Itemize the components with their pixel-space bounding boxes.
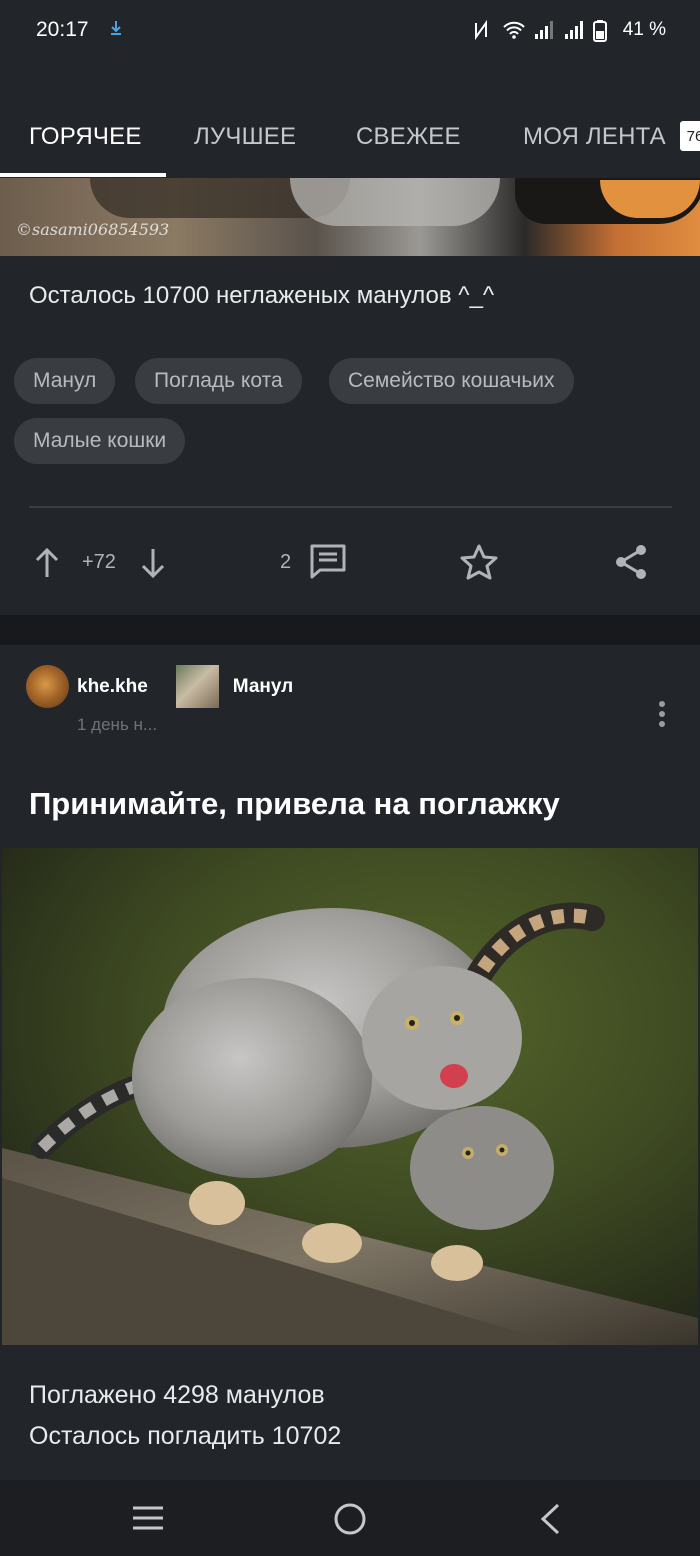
author-name[interactable]: khe.khe — [77, 676, 148, 698]
tab-best[interactable]: ЛУЧШЕЕ — [194, 123, 296, 151]
feed-tabs: ГОРЯЧЕЕ ЛУЧШЕЕ СВЕЖЕЕ МОЯ ЛЕНТА 76 — [0, 60, 700, 178]
share-button[interactable] — [613, 543, 649, 581]
battery-percent: 41 % — [622, 19, 666, 40]
save-button[interactable] — [460, 544, 498, 580]
status-time: 20:17 — [36, 18, 89, 41]
wifi-icon — [502, 20, 525, 40]
post-card: ©sasami06854593 Осталось 10700 неглажены… — [0, 178, 700, 615]
signal-icon — [533, 20, 555, 40]
post-image[interactable]: ©sasami06854593 — [0, 178, 700, 256]
comments-button[interactable] — [309, 543, 347, 579]
recent-apps-button[interactable] — [131, 1504, 165, 1537]
post-title[interactable]: Принимайте, привела на поглажку — [29, 786, 560, 822]
download-icon — [109, 20, 123, 41]
tab-hot[interactable]: ГОРЯЧЕЕ — [29, 123, 142, 151]
post-body-line: Поглажено 4298 манулов — [29, 1381, 325, 1409]
downvote-button[interactable] — [140, 547, 166, 579]
post-header: khe.khe Манул — [26, 665, 293, 708]
post-body: Поглажено 4298 манулов Осталось погладит… — [29, 1375, 341, 1457]
upvote-button[interactable] — [34, 547, 60, 579]
system-nav-bar — [0, 1480, 700, 1556]
post-actions: +72 2 — [0, 533, 700, 593]
feed-separator — [0, 615, 700, 645]
battery-icon — [592, 20, 615, 42]
home-button[interactable] — [333, 1502, 367, 1541]
arrow-down-icon — [141, 549, 165, 579]
tag[interactable]: Манул — [14, 358, 116, 404]
post-time: 1 день н... — [77, 715, 158, 734]
pallas-cat-photo — [2, 848, 698, 1345]
menu-icon — [133, 1506, 163, 1530]
tag[interactable]: Малые кошки — [14, 418, 186, 464]
tab-my-feed[interactable]: МОЯ ЛЕНТА — [523, 123, 666, 151]
tab-fresh[interactable]: СВЕЖЕЕ — [356, 123, 461, 151]
community-name[interactable]: Манул — [233, 676, 294, 698]
comment-icon — [310, 544, 346, 579]
status-icons: 41 % — [473, 19, 666, 42]
chevron-left-icon — [540, 1503, 560, 1535]
post-card: khe.khe Манул 1 день н... Принимайте, пр… — [0, 645, 700, 1480]
post-text: Осталось 10700 неглаженых манулов ^_^ — [29, 282, 495, 309]
active-tab-indicator — [0, 173, 166, 177]
share-icon — [616, 545, 646, 579]
community-avatar[interactable] — [175, 665, 219, 708]
comment-count: 2 — [280, 551, 292, 573]
nfc-icon — [473, 19, 495, 41]
status-bar: 20:17 41 % — [0, 0, 700, 60]
tab-badge: 76 — [680, 121, 700, 151]
arrow-up-icon — [35, 547, 59, 577]
image-region — [290, 178, 500, 226]
tag[interactable]: Семейство кошачьих — [329, 358, 574, 404]
rating-count: +72 — [82, 551, 116, 573]
post-body-line: Осталось погладить 10702 — [29, 1422, 342, 1450]
star-icon — [460, 544, 498, 580]
more-options-icon[interactable] — [652, 699, 672, 733]
divider — [29, 506, 672, 508]
home-circle-icon — [334, 1503, 366, 1535]
post-image[interactable] — [2, 848, 698, 1345]
author-avatar[interactable] — [26, 665, 69, 708]
tag[interactable]: Погладь кота — [135, 358, 302, 404]
image-watermark: ©sasami06854593 — [16, 220, 170, 239]
back-button[interactable] — [538, 1502, 562, 1541]
signal-icon — [563, 20, 585, 40]
